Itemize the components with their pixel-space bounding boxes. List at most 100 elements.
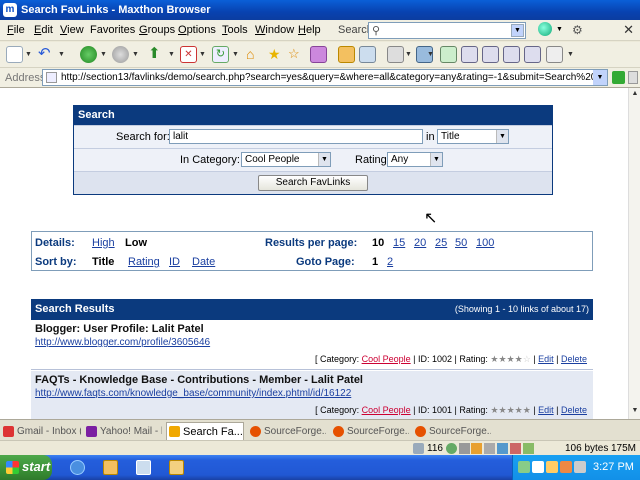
- new-page-icon[interactable]: [6, 46, 23, 63]
- add-favorite-icon[interactable]: ☆: [288, 46, 305, 63]
- rpp-15-link[interactable]: 15: [393, 237, 405, 249]
- result-edit-link[interactable]: Edit: [538, 354, 554, 364]
- vertical-scrollbar[interactable]: ▲ ▼: [628, 88, 640, 419]
- zoom-level[interactable]: 116: [427, 443, 443, 454]
- status-icon[interactable]: [459, 443, 470, 454]
- search-favlinks-button[interactable]: Search FavLinks: [258, 175, 368, 191]
- address-input[interactable]: http://section13/favlinks/demo/search.ph…: [42, 69, 608, 86]
- address-dropdown-icon[interactable]: ▼: [593, 70, 607, 85]
- forward-dropdown-icon[interactable]: ▼: [132, 51, 139, 58]
- stop-icon[interactable]: ✕: [180, 46, 197, 63]
- window-list-icon[interactable]: [503, 46, 520, 63]
- menu-window[interactable]: Window: [255, 24, 294, 36]
- rpp-100-link[interactable]: 100: [476, 237, 494, 249]
- forward-icon[interactable]: [112, 46, 129, 63]
- result-edit-link[interactable]: Edit: [538, 405, 554, 415]
- collector-icon[interactable]: [310, 46, 327, 63]
- close-tab-icon[interactable]: ✕: [623, 22, 634, 38]
- desktop-quicklaunch-icon[interactable]: [136, 460, 151, 475]
- home-icon[interactable]: ⌂: [246, 46, 263, 63]
- rating-select[interactable]: Any ▼: [387, 152, 443, 167]
- window-tile-icon[interactable]: [461, 46, 478, 63]
- back-icon[interactable]: [80, 46, 97, 63]
- menu-favorites[interactable]: Favorites: [90, 24, 135, 36]
- menu-tools[interactable]: Tools: [222, 24, 248, 36]
- globe-dropdown-arrow[interactable]: ▼: [556, 26, 563, 33]
- folder-icon[interactable]: [338, 46, 355, 63]
- volume-icon[interactable]: [574, 461, 586, 473]
- status-icon[interactable]: [446, 443, 457, 454]
- window-cascade-icon[interactable]: [482, 46, 499, 63]
- undo-dropdown-icon[interactable]: ▼: [58, 51, 65, 58]
- status-icon[interactable]: [523, 443, 534, 454]
- gear-icon[interactable]: ⚙: [572, 23, 583, 37]
- tray-icon[interactable]: [546, 461, 558, 473]
- stop-dropdown-icon[interactable]: ▼: [199, 51, 206, 58]
- toolbar-search-input[interactable]: ⚲ ▼: [368, 22, 526, 39]
- scroll-up-icon[interactable]: ▲: [630, 90, 640, 100]
- status-icon[interactable]: [484, 443, 495, 454]
- tray-icon[interactable]: [518, 461, 530, 473]
- sort-date-link[interactable]: Date: [192, 256, 215, 268]
- refresh-icon[interactable]: ↻: [212, 46, 229, 63]
- up-icon[interactable]: ⬆: [148, 46, 165, 63]
- rpp-50-link[interactable]: 50: [455, 237, 467, 249]
- address-url[interactable]: http://section13/favlinks/demo/search.ph…: [61, 72, 607, 83]
- tray-icon[interactable]: [560, 461, 572, 473]
- edit-page-dropdown-icon[interactable]: ▼: [567, 51, 574, 58]
- tab-search-favlinks[interactable]: Search Fa...: [166, 422, 244, 440]
- go-icon[interactable]: [612, 71, 625, 84]
- page-2-link[interactable]: 2: [387, 256, 393, 268]
- menu-options[interactable]: Options: [178, 24, 216, 36]
- back-dropdown-icon[interactable]: ▼: [100, 51, 107, 58]
- menu-help[interactable]: Help: [298, 24, 321, 36]
- result-url-link[interactable]: http://www.faqts.com/knowledge_base/comm…: [35, 388, 351, 399]
- clock[interactable]: 3:27 PM: [593, 461, 634, 473]
- start-button[interactable]: start: [0, 455, 52, 480]
- search-engine-dropdown[interactable]: ▼: [511, 24, 524, 37]
- network-dropdown-icon[interactable]: ▼: [427, 51, 434, 58]
- search-in-select[interactable]: Title ▼: [437, 129, 509, 144]
- result-delete-link[interactable]: Delete: [561, 354, 587, 364]
- fullscreen-icon[interactable]: [524, 46, 541, 63]
- menu-file[interactable]: File: [7, 24, 25, 36]
- status-icon[interactable]: [497, 443, 508, 454]
- scroll-down-icon[interactable]: ▼: [630, 407, 640, 417]
- up-dropdown-icon[interactable]: ▼: [168, 51, 175, 58]
- status-icon[interactable]: [510, 443, 521, 454]
- tray-icon[interactable]: [532, 461, 544, 473]
- result-url-link[interactable]: http://www.blogger.com/profile/3605646: [35, 337, 210, 348]
- undo-close-icon[interactable]: ↶: [38, 46, 55, 63]
- history-icon[interactable]: [359, 46, 376, 63]
- search-query-input[interactable]: lalit: [169, 129, 423, 144]
- category-select[interactable]: Cool People ▼: [241, 152, 331, 167]
- utility-icon[interactable]: [440, 46, 457, 63]
- rpp-20-link[interactable]: 20: [414, 237, 426, 249]
- maxthon-quicklaunch-icon[interactable]: [70, 460, 85, 475]
- explorer-quicklaunch-icon[interactable]: [169, 460, 184, 475]
- menu-view[interactable]: View: [60, 24, 84, 36]
- menu-edit[interactable]: Edit: [34, 24, 53, 36]
- zoom-icon[interactable]: [413, 443, 424, 454]
- result-category-link[interactable]: Cool People: [362, 354, 411, 364]
- edit-page-icon[interactable]: [546, 46, 563, 63]
- menu-groups[interactable]: Groups: [139, 24, 175, 36]
- status-icon[interactable]: [471, 443, 482, 454]
- tab-sourceforge-2[interactable]: SourceForge....: [330, 422, 410, 440]
- details-high-link[interactable]: High: [92, 237, 115, 249]
- print-icon[interactable]: [387, 46, 404, 63]
- address-menu-icon[interactable]: [628, 71, 638, 84]
- new-page-dropdown-icon[interactable]: ▼: [25, 51, 32, 58]
- globe-icon[interactable]: [538, 22, 552, 36]
- result-delete-link[interactable]: Delete: [561, 405, 587, 415]
- tab-gmail[interactable]: Gmail - Inbox (1): [0, 422, 82, 440]
- folder-quicklaunch-icon[interactable]: [103, 460, 118, 475]
- tab-sourceforge-3[interactable]: SourceForge....: [412, 422, 492, 440]
- sort-id-link[interactable]: ID: [169, 256, 180, 268]
- refresh-dropdown-icon[interactable]: ▼: [232, 51, 239, 58]
- result-category-link[interactable]: Cool People: [362, 405, 411, 415]
- tab-yahoo-mail[interactable]: Yahoo! Mail - l...: [83, 422, 163, 440]
- print-dropdown-icon[interactable]: ▼: [405, 51, 412, 58]
- favorites-star-icon[interactable]: ★: [268, 46, 285, 63]
- tab-sourceforge-1[interactable]: SourceForge....: [247, 422, 327, 440]
